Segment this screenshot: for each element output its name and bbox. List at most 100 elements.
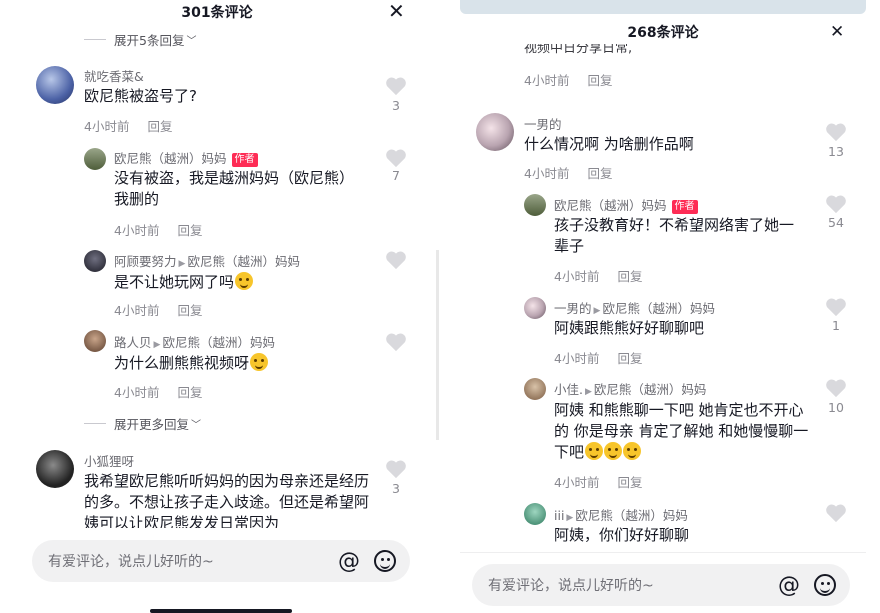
reply-target-name: 欧尼熊（越洲）妈妈: [593, 382, 707, 397]
comment-panel-left: 301条评论 ✕ 展开5条回复 ﹀ 就吃香菜& 欧尼熊被盗号了? 4小时前 回复 3…: [0, 0, 434, 613]
heart-icon[interactable]: [385, 459, 407, 479]
close-icon[interactable]: ✕: [388, 1, 405, 21]
reply-time: 4小时前: [114, 385, 160, 400]
comment-panel-right: 268条评论 ✕ 视频中日分享日常, 4小时前 回复 一男的 什么情况啊 为啥删作…: [446, 0, 880, 613]
expand-replies-button[interactable]: 展开5条回复 ﹀: [84, 30, 196, 49]
expand-more-label: 展开更多回复: [114, 417, 190, 432]
comment-time: 4小时前: [524, 166, 570, 181]
reply-meta: 4小时前 回复: [114, 382, 202, 401]
reply-arrow-icon: ▶: [178, 259, 186, 269]
reply-arrow-icon: ▶: [566, 513, 574, 523]
reply-text: 没有被盗，我是越洲妈妈（欧尼熊）我删的: [114, 169, 355, 208]
commenter-name[interactable]: 一男的: [524, 114, 562, 133]
commenter-name[interactable]: 小狐狸呀: [84, 451, 134, 470]
truncated-comment-text: 视频中日分享日常,: [524, 44, 633, 56]
heart-icon[interactable]: [385, 250, 407, 270]
comment-time: 4小时前: [84, 119, 130, 134]
thinking-emoji-icon: [585, 442, 604, 460]
like-count: 54: [828, 215, 844, 230]
like-count: 10: [828, 400, 844, 415]
comment-text: 什么情况啊 为啥删作品啊: [524, 135, 694, 153]
avatar[interactable]: [524, 503, 546, 525]
avatar[interactable]: [524, 297, 546, 319]
mention-icon[interactable]: @: [338, 549, 360, 574]
comment-time: 4小时前: [524, 73, 570, 88]
commenter-name[interactable]: 就吃香菜&: [84, 66, 144, 85]
heart-icon[interactable]: [825, 297, 847, 317]
reply-meta: 4小时前 回复: [554, 348, 642, 367]
heart-icon[interactable]: [385, 148, 407, 168]
reply-button[interactable]: 回复: [177, 385, 202, 400]
replier-name[interactable]: 路人贝 ▶ 欧尼熊（越洲）妈妈: [114, 332, 275, 351]
reply-button[interactable]: 回复: [617, 351, 642, 366]
reply-text: 阿姨 和熊熊聊一下吧 她肯定也不开心的 你是母亲 肯定了解她 和她慢慢聊一下吧: [554, 400, 816, 463]
author-badge: 作者: [671, 200, 698, 214]
emoji-icon[interactable]: [814, 574, 836, 596]
emoji-icon[interactable]: [374, 550, 396, 572]
author-badge: 作者: [231, 153, 258, 167]
reply-button[interactable]: 回复: [587, 73, 612, 88]
avatar[interactable]: [84, 330, 106, 352]
replier-name-text: 欧尼熊（越洲）妈妈: [554, 198, 667, 213]
avatar[interactable]: [36, 450, 74, 488]
avatar[interactable]: [84, 250, 106, 272]
reply-text: 阿姨跟熊熊好好聊聊吧: [554, 319, 705, 337]
close-icon[interactable]: ✕: [830, 22, 844, 42]
like-count: 3: [392, 481, 400, 496]
reply-button[interactable]: 回复: [177, 303, 202, 318]
avatar[interactable]: [84, 148, 106, 170]
comment-text: 欧尼熊被盗号了?: [84, 87, 197, 105]
heart-icon[interactable]: [825, 122, 847, 142]
replier-name-text: 阿顾要努力: [114, 254, 177, 269]
replier-name[interactable]: 欧尼熊（越洲）妈妈 作者: [554, 195, 698, 214]
reply-meta: 4小时前 回复: [554, 266, 642, 285]
replier-name-text: 欧尼熊（越洲）妈妈: [114, 151, 227, 166]
home-indicator: [150, 609, 292, 613]
comment-meta: 4小时前 回复: [84, 116, 172, 135]
reply-target-name: 欧尼熊（越洲）妈妈: [187, 254, 300, 269]
input-placeholder: 有爱评论，说点儿好听的~: [488, 578, 654, 594]
chevron-down-icon: ﹀: [186, 36, 197, 47]
heart-icon[interactable]: [385, 76, 407, 96]
reply-time: 4小时前: [114, 303, 160, 318]
replier-name[interactable]: 阿顾要努力 ▶ 欧尼熊（越洲）妈妈: [114, 251, 300, 270]
avatar[interactable]: [36, 66, 74, 104]
reply-time: 4小时前: [554, 351, 600, 366]
comment-text: 我希望欧尼熊听听妈妈的因为母亲还是经历的多。不想让孩子走入歧途。但还是希望阿姨可…: [84, 472, 370, 532]
heart-icon[interactable]: [825, 503, 847, 523]
avatar[interactable]: [476, 113, 514, 151]
replier-name[interactable]: 欧尼熊（越洲）妈妈 作者: [114, 148, 258, 167]
comment-meta: 4小时前 回复: [524, 70, 612, 89]
avatar[interactable]: [524, 378, 546, 400]
heart-icon[interactable]: [385, 332, 407, 352]
reply-time: 4小时前: [554, 475, 600, 490]
reply-target-name: 欧尼熊（越洲）妈妈: [162, 335, 275, 350]
reply-button[interactable]: 回复: [587, 166, 612, 181]
mention-icon[interactable]: @: [778, 573, 800, 598]
reply-target-name: 欧尼熊（越洲）妈妈: [575, 508, 688, 523]
replier-name-text: 路人贝: [114, 335, 152, 350]
like-count: 3: [392, 98, 400, 113]
heart-icon[interactable]: [825, 194, 847, 214]
comment-count-title: 301条评论: [181, 5, 253, 21]
reply-time: 4小时前: [554, 269, 600, 284]
reply-meta: 4小时前 回复: [114, 220, 202, 239]
replier-name[interactable]: 小佳. ▶ 欧尼熊（越洲）妈妈: [554, 379, 706, 398]
reply-button[interactable]: 回复: [177, 223, 202, 238]
like-count: 7: [392, 168, 400, 183]
reply-meta: 4小时前 回复: [114, 300, 202, 319]
replier-name[interactable]: 一男的 ▶ 欧尼熊（越洲）妈妈: [554, 298, 715, 317]
comment-input[interactable]: 有爱评论，说点儿好听的~ @: [472, 564, 850, 606]
avatar[interactable]: [524, 194, 546, 216]
reply-button[interactable]: 回复: [617, 269, 642, 284]
comment-input[interactable]: 有爱评论，说点儿好听的~ @: [32, 540, 410, 582]
thinking-emoji-icon: [623, 442, 642, 460]
expand-more-replies-button[interactable]: 展开更多回复 ﹀: [84, 414, 201, 433]
reply-button[interactable]: 回复: [147, 119, 172, 134]
reply-button[interactable]: 回复: [617, 475, 642, 490]
video-preview: [460, 0, 866, 14]
reply-text: 阿姨，你们好好聊聊: [554, 526, 690, 544]
replier-name[interactable]: iii ▶ 欧尼熊（越洲）妈妈: [554, 505, 688, 524]
reply-arrow-icon: ▶: [593, 306, 601, 316]
heart-icon[interactable]: [825, 378, 847, 398]
